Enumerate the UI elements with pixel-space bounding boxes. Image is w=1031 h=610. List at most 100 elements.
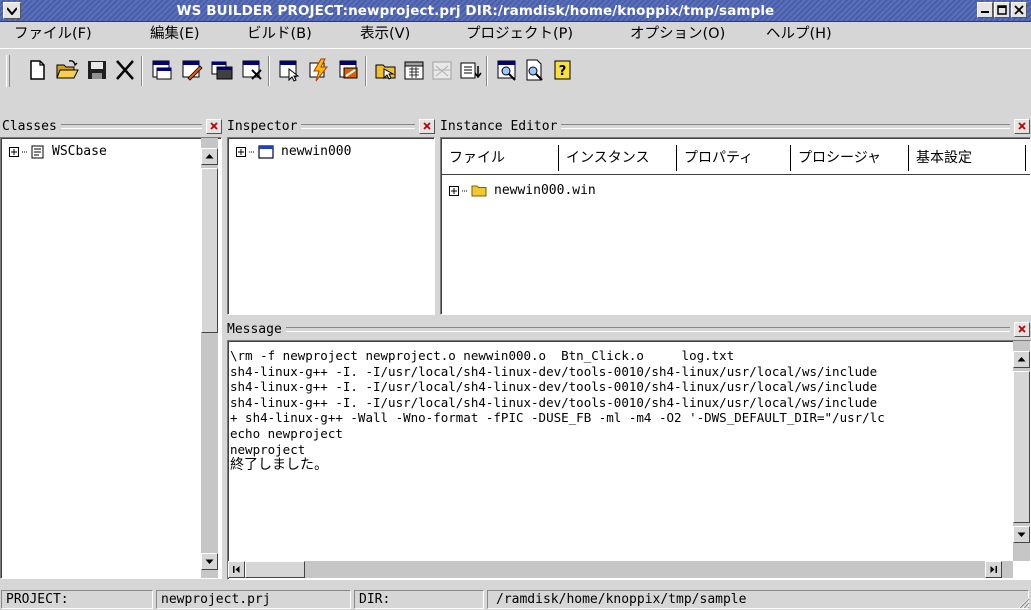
arrow-down-icon [205,559,214,564]
menu-help[interactable]: ヘルプ(H) [766,25,832,44]
scroll-thumb[interactable] [245,561,305,578]
toolbar-separator [365,56,367,86]
menu-build[interactable]: ビルド(B) [247,25,312,44]
save-button[interactable] [84,57,110,83]
arrow-up-icon [1017,357,1026,362]
scroll-thumb[interactable] [1013,371,1030,523]
dialog-button-4[interactable] [239,57,265,83]
folder-pointer-button[interactable] [373,57,399,83]
tab-basic-settings[interactable]: 基本設定 [908,145,1026,171]
classes-close-button[interactable] [206,118,222,134]
window-delete-icon [242,60,262,80]
resize-grip-icon[interactable] [1016,595,1030,609]
dialog-button-6[interactable] [336,57,362,83]
menu-bar: ファイル(F) 編集(E) ビルド(B) 表示(V) プロジェクト(P) オプシ… [0,23,1031,46]
expand-icon [449,185,459,196]
close-icon [1018,122,1026,130]
menu-options[interactable]: オプション(O) [630,25,725,44]
scroll-up-button[interactable] [201,148,218,165]
menu-project[interactable]: プロジェクト(P) [466,25,573,44]
menu-file[interactable]: ファイル(F) [14,25,92,44]
scroll-down-button[interactable] [201,553,218,570]
save-icon [88,61,106,79]
tab-instance[interactable]: インスタンス [558,145,676,171]
scroll-thumb[interactable] [201,168,218,333]
tree-connector-icon [249,151,255,152]
open-button[interactable] [54,57,80,83]
open-folder-icon [56,60,79,79]
new-file-icon [30,60,45,80]
preview-button[interactable] [522,57,548,83]
message-panel-header: Message [227,320,1030,338]
tree-item-wscbase[interactable]: WSCbase [9,144,107,159]
folder-arrow-icon [375,64,396,80]
classes-panel-header: Classes [2,117,222,135]
close-icon [116,60,134,80]
toolbar-separator [268,56,270,86]
panel-divider [60,124,202,129]
dialog-button-2[interactable] [179,57,205,83]
message-line: 終了しました。 [230,457,328,474]
gray-grid-icon [432,61,452,80]
dialog-button-5[interactable] [276,57,302,83]
close-icon [1018,325,1026,333]
dialog-button-3[interactable] [209,57,235,83]
inspector-tree[interactable]: newwin000 [227,137,435,315]
classes-vertical-scrollbar[interactable] [201,138,218,578]
message-vertical-scrollbar[interactable] [1013,341,1030,561]
message-close-button[interactable] [1014,321,1030,337]
calendar-button[interactable] [401,57,427,83]
tab-file[interactable]: ファイル [441,145,558,171]
tab-property[interactable]: プロパティ [676,145,790,171]
class-icon [31,145,44,158]
tree-item-newwin000[interactable]: newwin000 [236,144,351,159]
classes-panel-title: Classes [2,117,61,135]
instance-editor-tabs: ファイル インスタンス プロパティ プロシージャ 基本設定 [441,145,1026,171]
folder-icon [471,185,487,197]
expand-icon [9,146,19,157]
find-window-button[interactable] [494,57,520,83]
grid-button[interactable] [429,57,455,83]
tree-item-newwin000-win[interactable]: newwin000.win [449,183,596,198]
dialog-button-1[interactable] [149,57,175,83]
menu-view[interactable]: 表示(V) [360,25,410,44]
compile-button[interactable] [306,57,332,83]
status-dir-value: /ramdisk/home/knoppix/tmp/sample [487,590,1029,609]
scroll-up-button[interactable] [1013,351,1030,368]
status-dir-label: DIR: [354,590,484,609]
maximize-icon [997,5,1007,15]
instance-editor-area: ファイル インスタンス プロパティ プロシージャ 基本設定 newwin000.… [440,137,1031,315]
title-bar[interactable]: WS BUILDER PROJECT:newproject.prj DIR:/r… [0,0,1031,22]
scroll-left-button[interactable] [228,561,245,578]
minimize-button[interactable] [977,2,993,18]
toolbar-separator [486,56,488,86]
tab-procedure[interactable]: プロシージャ [790,145,908,171]
panel-divider [561,124,1010,129]
instance-editor-close-button[interactable] [1014,118,1030,134]
window-edit-icon [182,60,203,81]
menu-edit[interactable]: 編集(E) [150,25,199,44]
arrow-left-icon [233,566,240,573]
scroll-down-button[interactable] [1013,526,1030,543]
maximize-button[interactable] [994,2,1010,18]
inspector-close-button[interactable] [419,118,435,134]
tree-item-label: newwin000 [281,144,352,159]
panel-divider [301,124,415,129]
window-icon [258,144,274,159]
classes-tree[interactable]: WSCbase [0,137,222,579]
delete-button[interactable] [112,57,138,83]
scroll-right-button[interactable] [985,561,1002,578]
help-button[interactable]: ? [550,57,576,83]
panel-divider [285,327,1010,332]
find-window-icon [497,60,516,81]
status-project-label: PROJECT: [1,590,153,609]
new-file-button[interactable] [24,57,50,83]
message-line: sh4-linux-g++ -I. -I/usr/local/sh4-linux… [230,394,878,410]
close-window-button[interactable] [1011,2,1027,18]
instance-editor-header: Instance Editor [440,117,1030,135]
tree-connector-icon [462,190,468,191]
message-horizontal-scrollbar[interactable] [228,561,1013,578]
list-button[interactable] [457,57,483,83]
message-output[interactable]: \rm -f newproject newproject.o newwin000… [227,340,1031,580]
toolbar-grip[interactable] [6,55,10,87]
